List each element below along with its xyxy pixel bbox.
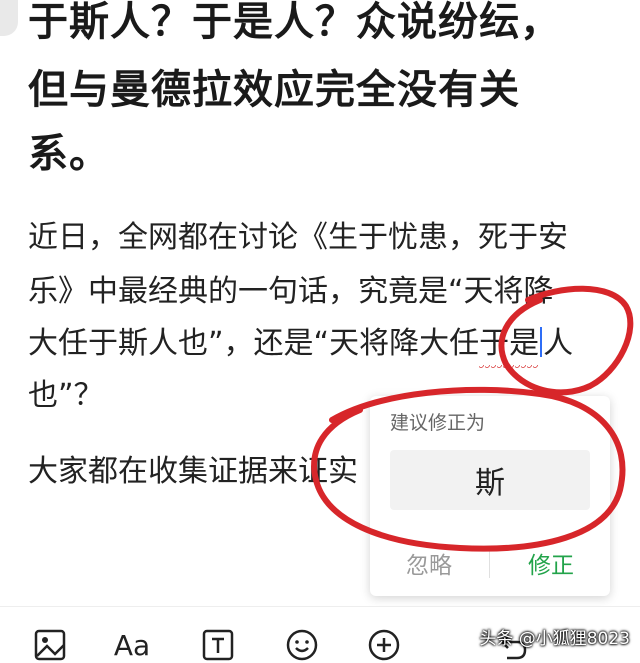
paragraph-line: 乐》中最经典的一句话，究竟是“天将降 [28,274,554,309]
watermark: 头条 @小狐狸8023 [479,629,630,649]
action-divider [489,548,490,578]
text-before-error: 大任于斯人也”，还是“天将降大任 [28,326,480,361]
editor-toolbar: Aa 头条 @小狐狸8023 [0,606,640,662]
paragraph-line: 大家都在收集证据来证实 [28,454,358,489]
suggestion-option[interactable]: 斯 [390,450,590,510]
text-cursor [540,327,543,357]
paragraph-line-with-error[interactable]: 大任于斯人也”，还是“天将降大任于是人 [28,324,573,364]
paragraph-line: 也”？ [28,378,104,413]
apply-fix-button[interactable]: 修正 [528,546,574,580]
back-button-edge[interactable] [0,0,18,36]
text-after-error: 人 [543,326,574,361]
ignore-button[interactable]: 忽略 [406,546,452,580]
popup-title: 建议修正为 [390,412,486,434]
headline-line: 但与曼德拉效应完全没有关 [28,67,520,113]
popup-actions: 忽略 修正 [370,544,610,584]
paragraph-line: 近日，全网都在讨论《生于忧患，死于安 [28,220,568,255]
correction-popup: 建议修正为 斯 忽略 修正 [370,396,610,596]
flagged-typo[interactable]: 于是 [479,326,539,361]
headline-line: 系。 [28,131,110,177]
headline-line: 于斯人？于是人？众说纷纭， [28,0,561,45]
